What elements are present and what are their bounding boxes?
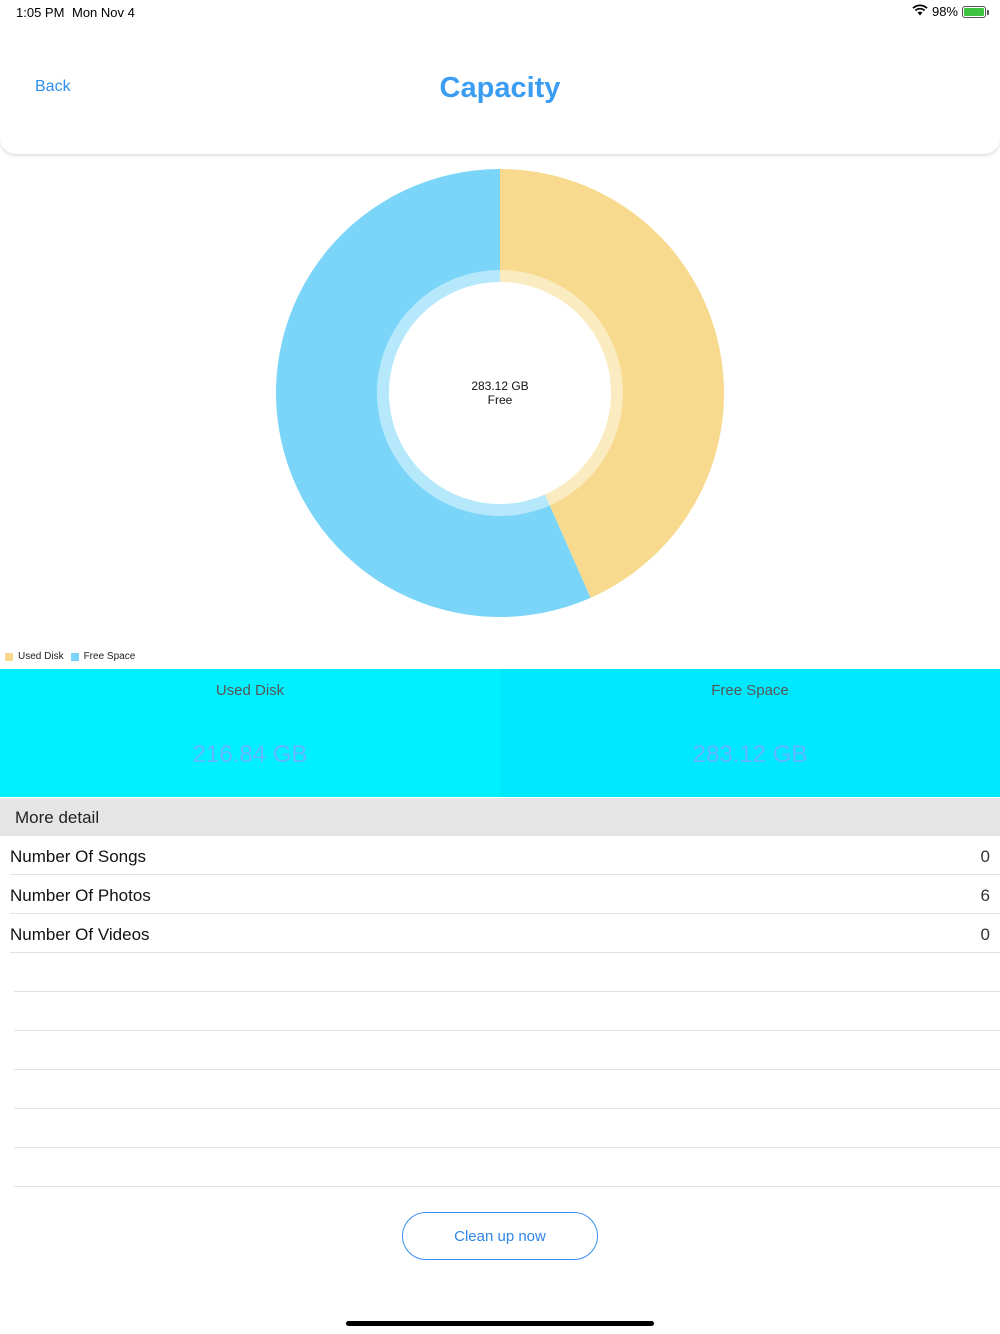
free-space-label: Free Space: [711, 682, 789, 699]
battery-fill: [964, 7, 984, 16]
table-row: Number Of Songs 0: [10, 836, 1000, 875]
songs-label: Number Of Songs: [10, 847, 147, 866]
videos-label: Number Of Videos: [10, 925, 150, 944]
legend-item-used: Used Disk: [5, 651, 64, 662]
free-space-tile: Free Space 283.12 GB: [500, 669, 1000, 797]
empty-row: [14, 953, 1000, 992]
empty-row: [14, 1070, 1000, 1109]
videos-count: 0: [980, 925, 990, 944]
legend-item-free: Free Space: [70, 651, 136, 662]
page-title: Capacity: [439, 72, 561, 104]
free-space-value: 283.12 GB: [692, 741, 808, 768]
legend-swatch-used: [5, 652, 13, 661]
photos-count: 6: [980, 886, 990, 905]
used-disk-value: 216.84 GB: [192, 741, 308, 768]
chart-legend: Used Disk Free Space: [5, 651, 142, 662]
empty-row: [14, 1109, 1000, 1148]
legend-label-used: Used Disk: [18, 651, 64, 662]
legend-swatch-free: [70, 652, 79, 661]
capacity-chart: 283.12 GB Free: [0, 160, 1000, 630]
detail-section-header: More detail: [0, 798, 1000, 836]
table-row: Number Of Photos 6: [10, 875, 1000, 914]
battery-percent: 98%: [931, 4, 958, 19]
photos-label: Number Of Photos: [10, 886, 151, 905]
status-date: Mon Nov 4: [72, 5, 135, 20]
chart-center-value: 283.12 GB: [471, 379, 529, 393]
used-disk-label: Used Disk: [215, 682, 285, 699]
chart-center-caption: Free: [487, 393, 513, 407]
table-row: Number Of Videos 0: [10, 914, 1000, 953]
battery-nub: [987, 9, 989, 15]
status-time: 1:05 PM: [16, 5, 65, 20]
battery-icon: [962, 5, 989, 18]
detail-list: Number Of Songs 0 Number Of Photos 6 Num…: [0, 836, 1000, 1187]
status-bar: 1:05 PM Mon Nov 4 98%: [0, 0, 1000, 24]
legend-label-free: Free Space: [83, 651, 136, 662]
summary-tiles: Used Disk 216.84 GB Free Space 283.12 GB: [0, 669, 1000, 797]
used-disk-tile: Used Disk 216.84 GB: [0, 669, 500, 797]
chart-center-label: 283.12 GB Free: [400, 379, 600, 407]
home-indicator[interactable]: [346, 1321, 654, 1326]
status-indicators: 98%: [912, 4, 989, 19]
section-title: More detail: [15, 808, 100, 827]
empty-row: [14, 1031, 1000, 1070]
clean-up-button[interactable]: Clean up now: [402, 1212, 598, 1260]
empty-row: [14, 1148, 1000, 1187]
songs-count: 0: [980, 847, 990, 866]
empty-row: [14, 992, 1000, 1031]
wifi-icon: [912, 4, 928, 19]
nav-header: Back Capacity: [0, 24, 1000, 154]
